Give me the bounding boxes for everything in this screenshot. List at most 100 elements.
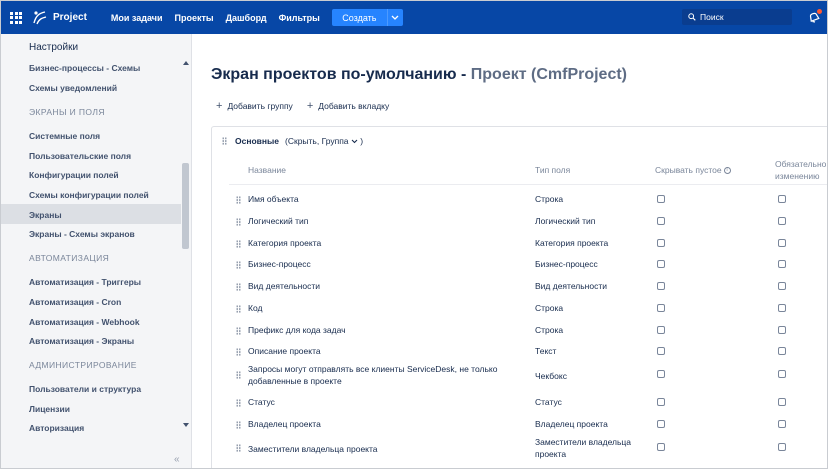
drag-handle-icon[interactable] <box>236 240 241 248</box>
required-on-edit-checkbox[interactable] <box>778 420 786 428</box>
sidebar-scrollbar[interactable] <box>181 58 190 456</box>
sidebar-item-system-fields[interactable]: Системные поля <box>29 131 100 141</box>
drag-handle-icon[interactable] <box>236 348 241 356</box>
required-on-edit-checkbox[interactable] <box>778 347 786 355</box>
scroll-down-arrow-icon[interactable] <box>183 423 189 427</box>
hide-empty-label: Скрывать пустое <box>655 165 722 175</box>
field-name: Вид деятельности <box>248 281 320 291</box>
drag-handle-icon[interactable] <box>236 305 241 313</box>
group-meta-close: ) <box>360 136 364 146</box>
top-navigation-bar: Project Мои задачи Проекты Дашборд Фильт… <box>1 1 827 34</box>
search-input[interactable]: Поиск <box>682 9 792 25</box>
hide-empty-checkbox[interactable] <box>657 239 665 247</box>
required-on-edit-checkbox[interactable] <box>778 398 786 406</box>
field-type: Вид деятельности <box>535 281 607 291</box>
screen-actions: + Добавить группу + Добавить вкладку <box>216 100 403 112</box>
collapse-sidebar-icon[interactable]: « <box>174 454 180 465</box>
drag-handle-icon[interactable] <box>236 196 241 204</box>
scroll-up-arrow-icon[interactable] <box>183 61 189 65</box>
add-group-button[interactable]: + Добавить группу <box>216 100 293 112</box>
field-name: Логический тип <box>248 216 309 226</box>
field-name: Бизнес-процесс <box>248 259 311 269</box>
required-on-edit-checkbox[interactable] <box>778 217 786 225</box>
hide-empty-checkbox[interactable] <box>657 347 665 355</box>
drag-handle-icon[interactable] <box>236 421 241 429</box>
drag-handle-icon[interactable] <box>236 283 241 291</box>
page-title-project[interactable]: Проект (CmfProject) <box>471 66 627 83</box>
required-on-edit-checkbox[interactable] <box>778 304 786 312</box>
plus-icon: + <box>216 100 223 112</box>
required-on-edit-checkbox[interactable] <box>778 195 786 203</box>
field-type: Категория проекта <box>535 238 609 248</box>
info-icon[interactable]: i <box>723 167 731 175</box>
hide-empty-checkbox[interactable] <box>657 420 665 428</box>
field-type: Чекбокс <box>535 371 567 381</box>
hide-empty-checkbox[interactable] <box>657 443 665 451</box>
sidebar-item-screens[interactable]: Экраны <box>29 210 62 220</box>
required-on-edit-checkbox[interactable] <box>778 260 786 268</box>
group-name: Основные <box>235 136 280 146</box>
nav-projects[interactable]: Проекты <box>175 13 214 23</box>
group-meta-label: (Скрыть, Группа <box>285 136 349 146</box>
sidebar-item-automation-screens[interactable]: Автоматизация - Экраны <box>29 336 134 346</box>
field-name: Имя объекта <box>248 194 299 204</box>
field-type: Строка <box>535 194 564 204</box>
hide-empty-checkbox[interactable] <box>657 304 665 312</box>
required-on-edit-checkbox[interactable] <box>778 443 786 451</box>
drag-handle-icon[interactable] <box>236 218 241 226</box>
required-on-edit-checkbox[interactable] <box>778 326 786 334</box>
page-title: Экран проектов по-умолчанию - Проект (Cm… <box>211 66 627 84</box>
hide-empty-checkbox[interactable] <box>657 260 665 268</box>
hide-empty-checkbox[interactable] <box>657 217 665 225</box>
sidebar-item-users-structure[interactable]: Пользователи и структура <box>29 384 141 394</box>
field-name: Владелец проекта <box>248 419 321 429</box>
sidebar-scroll-thumb[interactable] <box>182 163 189 249</box>
add-tab-button[interactable]: + Добавить вкладку <box>307 100 389 112</box>
drag-handle-icon[interactable] <box>236 327 241 335</box>
brand-name[interactable]: Project <box>53 12 87 23</box>
notification-badge <box>817 9 822 14</box>
drag-handle-icon[interactable] <box>236 371 241 379</box>
plus-icon: + <box>306 100 314 112</box>
hide-empty-checkbox[interactable] <box>657 195 665 203</box>
hide-empty-checkbox[interactable] <box>657 282 665 290</box>
create-dropdown-button[interactable] <box>386 9 403 26</box>
sidebar-item-authorization[interactable]: Авторизация <box>29 423 84 433</box>
hide-empty-checkbox[interactable] <box>657 370 665 378</box>
app-switcher-icon[interactable] <box>10 11 22 24</box>
drag-handle-icon[interactable] <box>236 444 241 452</box>
sidebar-item-business-process-schemes[interactable]: Бизнес-процессы - Схемы <box>29 63 140 73</box>
sidebar-item-automation-triggers[interactable]: Автоматизация - Триггеры <box>29 277 141 287</box>
main-nav: Мои задачи Проекты Дашборд Фильтры <box>111 13 332 23</box>
hide-empty-checkbox[interactable] <box>657 326 665 334</box>
group-settings-toggle[interactable]: (Скрыть, Группа ) <box>285 136 363 146</box>
notifications-icon[interactable] <box>807 9 822 24</box>
drag-handle-icon[interactable] <box>236 261 241 269</box>
drag-handle-icon[interactable] <box>222 137 227 145</box>
drag-handle-icon[interactable] <box>236 399 241 407</box>
required-on-edit-checkbox[interactable] <box>778 282 786 290</box>
hide-empty-checkbox[interactable] <box>657 398 665 406</box>
create-button[interactable]: Создать <box>331 9 387 26</box>
nav-filters[interactable]: Фильтры <box>279 13 320 23</box>
field-name: Описание проекта <box>248 346 321 356</box>
column-header-type: Тип поля <box>535 165 571 175</box>
sidebar-item-notification-schemes[interactable]: Схемы уведомлений <box>29 83 117 93</box>
settings-sidebar: Настройки Бизнес-процессы - Схемы Схемы … <box>1 34 192 468</box>
sidebar-item-licenses[interactable]: Лицензии <box>29 404 70 414</box>
sidebar-item-field-config-schemes[interactable]: Схемы конфигурации полей <box>29 190 149 200</box>
nav-dashboard[interactable]: Дашборд <box>226 13 267 23</box>
page-title-text: Экран проектов по-умолчанию - <box>211 66 471 83</box>
sidebar-item-automation-webhook[interactable]: Автоматизация - Webhook <box>29 317 140 327</box>
nav-my-tasks[interactable]: Мои задачи <box>111 13 163 23</box>
sidebar-item-automation-cron[interactable]: Автоматизация - Cron <box>29 297 121 307</box>
sidebar-item-custom-fields[interactable]: Пользовательские поля <box>29 151 131 161</box>
field-type: Строка <box>535 303 564 313</box>
sidebar-item-field-configurations[interactable]: Конфигурации полей <box>29 170 119 180</box>
required-on-edit-checkbox[interactable] <box>778 370 786 378</box>
field-name: Запросы могут отправлять все клиенты Ser… <box>248 364 498 386</box>
required-on-edit-checkbox[interactable] <box>778 239 786 247</box>
sidebar-item-screen-schemes[interactable]: Экраны - Схемы экранов <box>29 229 135 239</box>
logo-icon[interactable] <box>31 9 49 27</box>
app-window: Project Мои задачи Проекты Дашборд Фильт… <box>0 0 828 469</box>
